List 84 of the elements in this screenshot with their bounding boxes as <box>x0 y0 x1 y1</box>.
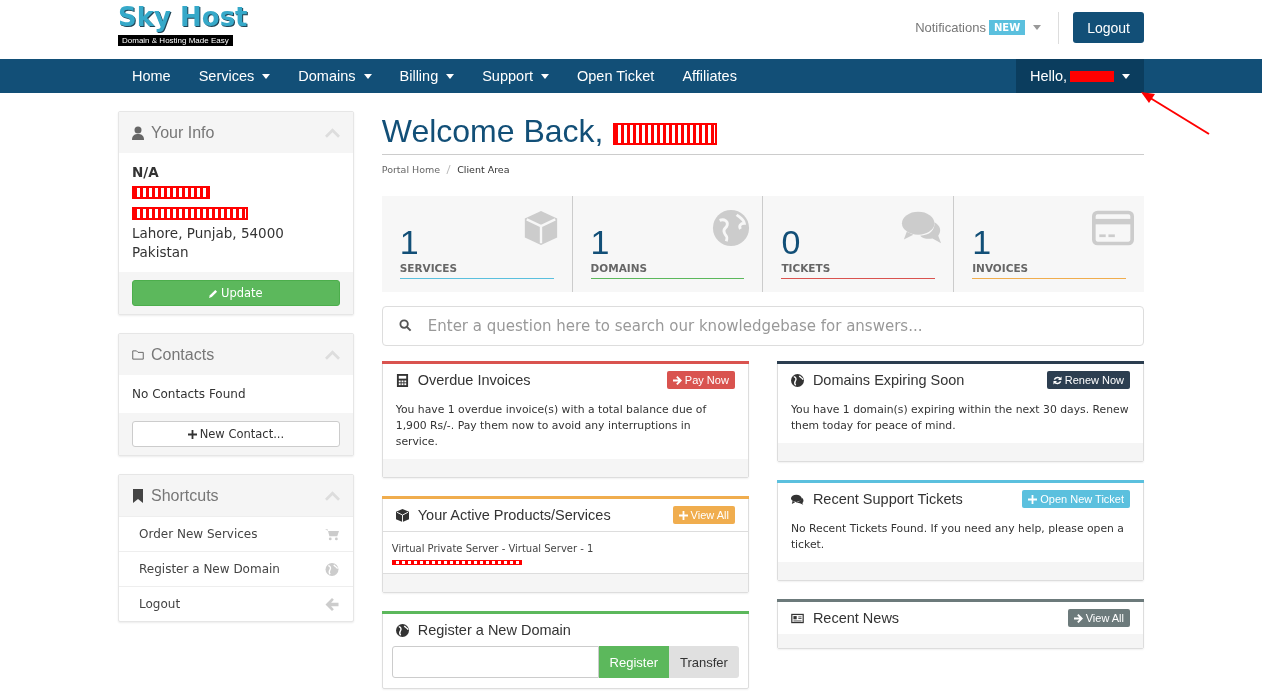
nav-link[interactable]: Affiliates <box>668 59 751 93</box>
panel-title: Recent News <box>812 610 901 626</box>
logout-button[interactable]: Logout <box>1073 12 1144 43</box>
panel-title: Shortcuts <box>151 486 220 505</box>
stat-count: 1 <box>399 222 419 262</box>
logo-tagline: Domain & Hosting Made Easy <box>118 35 233 46</box>
globe-icon <box>790 373 804 387</box>
globe-icon <box>395 623 409 637</box>
nav-link[interactable]: Open Ticket <box>563 59 669 93</box>
calculator-icon <box>395 373 409 387</box>
stat-tile[interactable]: 0 TICKETS <box>762 196 954 292</box>
address-line: Pakistan <box>132 243 189 262</box>
panel-title: Your Active Products/Services <box>417 507 612 523</box>
caret-icon <box>1122 73 1130 79</box>
caret-icon <box>1033 25 1042 30</box>
refresh-icon <box>1052 375 1062 385</box>
domain-input[interactable] <box>391 646 599 678</box>
stat-count: 1 <box>590 222 610 262</box>
client-name: N/A <box>132 163 159 182</box>
new-contact-button[interactable]: New Contact... <box>132 421 340 447</box>
arrow-right-icon <box>1073 613 1083 623</box>
annotation-arrow <box>1141 92 1211 136</box>
stat-tile[interactable]: 1 INVOICES <box>953 196 1144 292</box>
new-badge: NEW <box>988 20 1026 35</box>
stat-label: SERVICES <box>399 262 458 276</box>
transfer-button[interactable]: Transfer <box>668 646 739 678</box>
greeting-text: Hello, <box>1029 68 1067 84</box>
panel-text: No Recent Tickets Found. If you need any help, please open a ticket. <box>789 521 1125 553</box>
search-field[interactable]: Enter a question here to search our knowledgebase for answers... <box>381 306 1144 346</box>
globe-icon <box>324 562 339 576</box>
stat-tile[interactable]: 1 SERVICES <box>381 196 572 292</box>
caret-icon[interactable] <box>262 73 271 79</box>
nav-link[interactable]: Support <box>468 59 547 93</box>
panel-text: You have 1 overdue invoice(s) with a total balance due of 1,900 Rs/-. Pay them now to avoid any interruptions in service. <box>394 402 708 450</box>
nav-link[interactable]: Domains <box>284 59 370 93</box>
stat-label: TICKETS <box>781 262 831 276</box>
page-title: Welcome Back, <box>381 113 604 149</box>
shortcut-link[interactable]: Order New Services <box>139 527 258 541</box>
nav-link[interactable]: Billing <box>385 59 453 93</box>
credit-card-icon <box>1092 209 1134 247</box>
caret-icon[interactable] <box>363 73 372 79</box>
stat-label: INVOICES <box>972 262 1029 276</box>
breadcrumb-link[interactable]: Portal Home <box>381 164 441 175</box>
redaction-mark <box>1070 70 1114 82</box>
newspaper-icon <box>790 611 804 625</box>
stat-tile[interactable]: 1 DOMAINS <box>571 196 763 292</box>
stat-count: 1 <box>972 222 992 262</box>
shortcut-link[interactable]: Logout <box>139 597 181 611</box>
pencil-icon <box>209 288 219 298</box>
breadcrumb-current: Client Area <box>457 164 510 175</box>
stat-label: DOMAINS <box>590 262 648 276</box>
arrow-right-icon <box>672 375 682 385</box>
panel-title: Register a New Domain <box>417 622 572 638</box>
panel-title: Your Info <box>151 123 216 142</box>
plus-icon <box>187 429 197 439</box>
nav-link[interactable]: Home <box>118 59 185 93</box>
user-icon <box>132 125 144 140</box>
panel-text: You have 1 domain(s) expiring within the next 30 days. Renew them today for peace of mind. <box>789 402 1130 434</box>
address-line: Lahore, Punjab, 54000 <box>132 224 284 243</box>
user-menu[interactable]: Hello, <box>1015 59 1144 93</box>
panel-title: Domains Expiring Soon <box>812 372 966 388</box>
panel-title: Overdue Invoices <box>417 372 532 388</box>
plus-icon <box>1028 494 1038 504</box>
bookmark-icon <box>132 488 144 503</box>
caret-icon[interactable] <box>541 73 549 79</box>
folder-icon <box>132 347 144 362</box>
panel-button[interactable]: View All <box>1067 609 1130 627</box>
panel-title: Contacts <box>151 345 216 364</box>
service-row[interactable]: Virtual Private Server - Virtual Server - 1 <box>382 531 748 574</box>
plus-icon <box>678 510 688 520</box>
service-link[interactable]: Virtual Private Server - Virtual Server - 1 <box>391 543 594 554</box>
cart-icon <box>324 527 339 541</box>
panel-button[interactable]: Pay Now <box>666 371 735 389</box>
panel-title: Recent Support Tickets <box>812 491 964 507</box>
empty-message: No Contacts Found <box>132 387 246 401</box>
shortcut-link[interactable]: Register a New Domain <box>139 562 280 576</box>
cube-icon <box>395 508 409 522</box>
caret-icon[interactable] <box>446 73 455 79</box>
speech-bubbles-icon <box>790 492 804 506</box>
panel-button[interactable]: Renew Now <box>1046 371 1130 389</box>
stat-count: 0 <box>781 222 801 262</box>
arrow-left-icon <box>324 597 339 611</box>
notifications-link[interactable]: Notifications <box>915 20 986 35</box>
nav-link[interactable]: Services <box>184 59 269 93</box>
